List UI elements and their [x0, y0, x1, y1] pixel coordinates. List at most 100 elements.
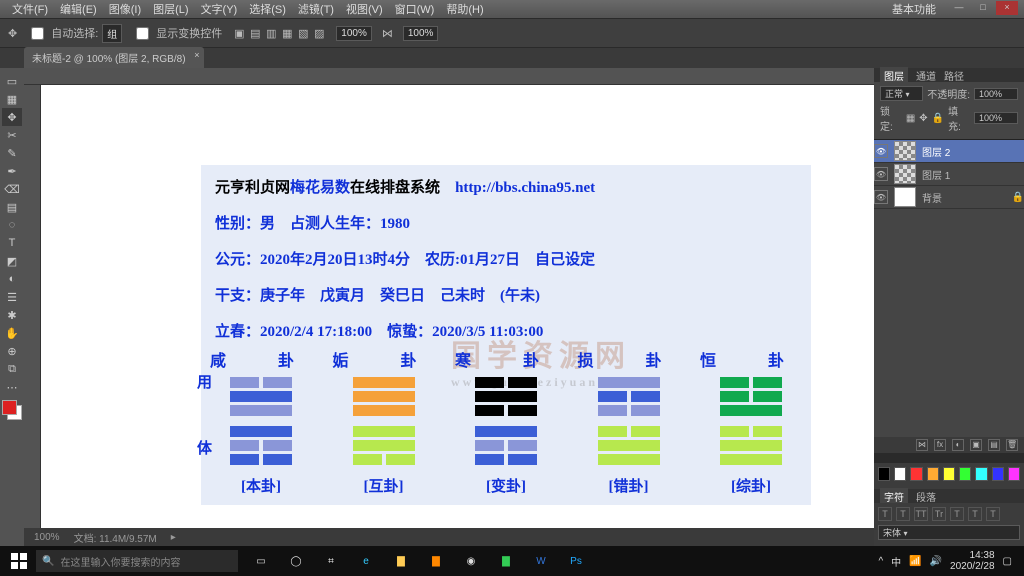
menu-item[interactable]: 图层(L)	[147, 0, 194, 19]
toolbox-tool[interactable]: ◌	[2, 216, 22, 234]
color-swatch-small[interactable]	[959, 467, 971, 481]
toolbox-tool[interactable]: ⊕	[2, 342, 22, 360]
chain-icon[interactable]: ⋈	[382, 27, 393, 40]
status-caret-icon[interactable]: ▸	[171, 532, 176, 543]
app-icon-1[interactable]: ⌗	[314, 548, 348, 574]
color-swatch[interactable]	[2, 400, 22, 420]
char-style-button[interactable]: T	[986, 507, 1000, 521]
opacity-value[interactable]: 100%	[974, 88, 1018, 100]
menu-item[interactable]: 帮助(H)	[440, 0, 489, 19]
tray-network-icon[interactable]: 📶	[909, 556, 921, 567]
fill-value[interactable]: 100%	[974, 112, 1018, 124]
align-icon[interactable]: ▥	[264, 27, 278, 40]
align-icon[interactable]: ▦	[280, 27, 294, 40]
align-icon[interactable]: ▨	[312, 27, 326, 40]
lock-all-icon[interactable]: 🔒	[932, 113, 944, 124]
lock-position-icon[interactable]: ✥	[919, 113, 927, 124]
maximize-button[interactable]: □	[972, 1, 994, 15]
zoom-field-1[interactable]: 100%	[336, 26, 372, 41]
new-group-icon[interactable]: ▣	[970, 439, 982, 451]
align-icon[interactable]: ▧	[296, 27, 310, 40]
color-swatch-small[interactable]	[975, 467, 987, 481]
notifications-icon[interactable]: ▢	[1003, 556, 1012, 567]
start-button[interactable]	[4, 548, 34, 574]
layer-row[interactable]: 👁图层 2	[874, 140, 1024, 163]
toolbox-tool[interactable]: ◐	[2, 270, 22, 288]
tray-volume-icon[interactable]: 🔊	[930, 556, 942, 567]
app-icon-2[interactable]: ▇	[419, 548, 453, 574]
close-tab-icon[interactable]: ×	[194, 50, 199, 60]
layer-visibility-icon[interactable]: 👁	[874, 144, 888, 158]
canvas[interactable]: 元亨利贞网梅花易数在线排盘系统 http://bbs.china95.net 性…	[41, 85, 874, 528]
menu-item[interactable]: 滤镜(T)	[292, 0, 340, 19]
tab-layers[interactable]: 图层	[880, 67, 908, 84]
align-icon[interactable]: ▤	[248, 27, 262, 40]
layer-mask-icon[interactable]: ◐	[952, 439, 964, 451]
toolbox-tool[interactable]: T	[2, 234, 22, 252]
menu-item[interactable]: 文字(Y)	[195, 0, 244, 19]
layer-visibility-icon[interactable]: 👁	[874, 190, 888, 204]
toolbox-tool[interactable]: ✒	[2, 162, 22, 180]
app-icon-photoshop[interactable]: Ps	[559, 548, 593, 574]
align-icon[interactable]: ▣	[232, 27, 246, 40]
toolbox-tool[interactable]: ▭	[2, 72, 22, 90]
tab-channels[interactable]: 通道	[916, 68, 936, 83]
color-swatch-small[interactable]	[992, 467, 1004, 481]
show-transform-checkbox[interactable]	[136, 27, 149, 40]
toolbox-tool[interactable]: ✎	[2, 144, 22, 162]
delete-layer-icon[interactable]: 🗑	[1006, 439, 1018, 451]
toolbox-tool[interactable]: ✥	[2, 108, 22, 126]
char-style-button[interactable]: T	[896, 507, 910, 521]
char-style-button[interactable]: Tr	[932, 507, 946, 521]
color-swatch-small[interactable]	[943, 467, 955, 481]
toolbox-tool[interactable]: ✋	[2, 324, 22, 342]
document-tab[interactable]: 未标题-2 @ 100% (图层 2, RGB/8) ×	[24, 47, 204, 68]
layer-row[interactable]: 👁图层 1	[874, 163, 1024, 186]
auto-select-checkbox[interactable]	[31, 27, 44, 40]
toolbox-tool[interactable]: ⋯	[2, 378, 22, 396]
layer-row[interactable]: 👁背景🔒	[874, 186, 1024, 209]
app-icon-obs[interactable]: ◉	[454, 548, 488, 574]
toolbox-tool[interactable]: ▤	[2, 198, 22, 216]
menu-item[interactable]: 视图(V)	[340, 0, 389, 19]
toolbox-tool[interactable]: ⌫	[2, 180, 22, 198]
toolbox-tool[interactable]: ◩	[2, 252, 22, 270]
char-style-button[interactable]: TT	[914, 507, 928, 521]
close-button[interactable]: ×	[996, 1, 1018, 15]
status-zoom[interactable]: 100%	[34, 532, 60, 543]
tab-paragraph[interactable]: 段落	[916, 489, 936, 504]
app-icon-word[interactable]: W	[524, 548, 558, 574]
color-swatch-small[interactable]	[878, 467, 890, 481]
color-swatch-small[interactable]	[927, 467, 939, 481]
lock-pixels-icon[interactable]: ▦	[906, 113, 915, 124]
blend-mode-select[interactable]: 正常 ▾	[880, 86, 923, 101]
minimize-button[interactable]: —	[948, 1, 970, 15]
taskbar-clock[interactable]: 14:382020/2/28	[950, 550, 995, 572]
color-swatch-small[interactable]	[894, 467, 906, 481]
app-icon-wechat[interactable]: ▇	[489, 548, 523, 574]
toolbox-tool[interactable]: ▦	[2, 90, 22, 108]
cortana-icon[interactable]: ◯	[279, 548, 313, 574]
menu-item[interactable]: 文件(F)	[6, 0, 54, 19]
taskbar-search[interactable]: 🔍 在这里输入你要搜索的内容	[36, 550, 238, 572]
link-layers-icon[interactable]: ⋈	[916, 439, 928, 451]
app-icon-edge[interactable]: e	[349, 548, 383, 574]
new-layer-icon[interactable]: ▤	[988, 439, 1000, 451]
tray-up-icon[interactable]: ^	[878, 556, 883, 567]
app-icon-explorer[interactable]: ▇	[384, 548, 418, 574]
auto-select[interactable]: 自动选择: 组	[27, 24, 122, 43]
color-swatch-small[interactable]	[1008, 467, 1020, 481]
toolbox-tool[interactable]: ✱	[2, 306, 22, 324]
char-style-button[interactable]: T	[878, 507, 892, 521]
task-view-icon[interactable]: ▭	[244, 548, 278, 574]
tab-character[interactable]: 字符	[880, 488, 908, 505]
layer-visibility-icon[interactable]: 👁	[874, 167, 888, 181]
layer-fx-icon[interactable]: fx	[934, 439, 946, 451]
menu-item[interactable]: 编辑(E)	[54, 0, 103, 19]
tab-paths[interactable]: 路径	[944, 68, 964, 83]
menu-item[interactable]: 选择(S)	[243, 0, 292, 19]
toolbox-tool[interactable]: ☰	[2, 288, 22, 306]
auto-select-value[interactable]: 组	[102, 24, 122, 43]
font-select[interactable]: 宋体 ▾	[878, 525, 1020, 540]
toolbox-tool[interactable]: ⧉	[2, 360, 22, 378]
